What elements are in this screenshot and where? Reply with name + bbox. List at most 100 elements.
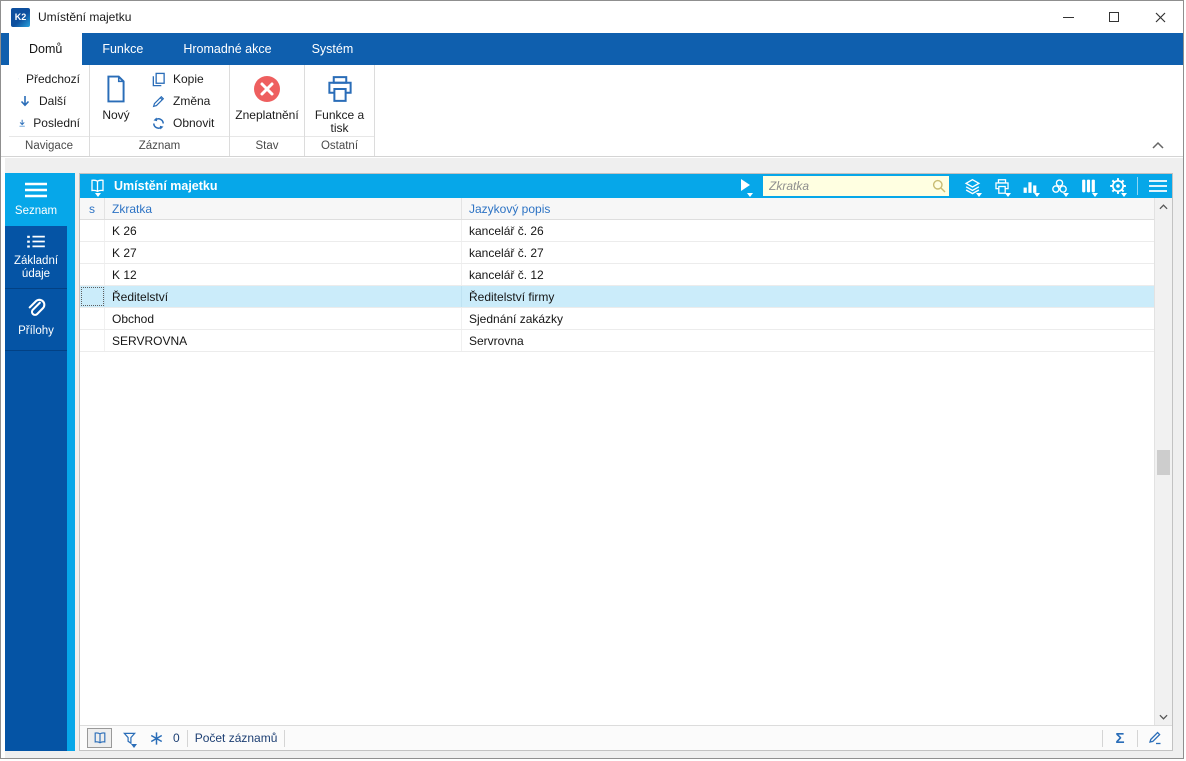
search-input[interactable] xyxy=(769,179,932,193)
new-record-button[interactable]: Nový xyxy=(90,68,142,136)
previous-record-button[interactable]: Předchozí xyxy=(9,68,89,90)
chevron-down-icon xyxy=(1034,192,1040,197)
scroll-down-button[interactable] xyxy=(1155,708,1172,725)
layers-button[interactable] xyxy=(961,176,984,197)
tab-system[interactable]: Systém xyxy=(292,33,374,65)
menu-button[interactable] xyxy=(1146,176,1169,197)
chevron-down-icon xyxy=(1005,192,1011,197)
sidebar-item-prilohy[interactable]: Přílohy xyxy=(5,289,67,351)
active-conditions-button[interactable] xyxy=(146,728,166,748)
tab-domu[interactable]: Domů xyxy=(9,33,83,65)
new-document-icon xyxy=(103,69,129,109)
chevron-down-icon xyxy=(976,192,982,197)
tab-funkce[interactable]: Funkce xyxy=(82,33,163,65)
vertical-scrollbar[interactable] xyxy=(1154,198,1172,725)
open-book-icon xyxy=(94,732,105,744)
table-row[interactable]: K 12 kancelář č. 12 xyxy=(80,264,1154,286)
ribbon-group-ostatni: Funkce a tisk Ostatní xyxy=(305,65,375,156)
table-header: s Zkratka Jazykový popis xyxy=(80,198,1154,220)
book-view-toggle[interactable] xyxy=(87,728,112,748)
edit-button[interactable] xyxy=(1145,728,1165,748)
close-icon xyxy=(1155,12,1165,22)
table-row[interactable]: K 26 kancelář č. 26 xyxy=(80,220,1154,242)
sidebar-item-zakladni-udaje[interactable]: Základní údaje xyxy=(5,226,67,289)
ribbon-tab-bar: Domů Funkce Hromadné akce Systém xyxy=(1,33,1183,65)
column-header-s[interactable]: s xyxy=(80,198,105,219)
refresh-icon xyxy=(153,117,164,129)
cell-jazykovy-popis: kancelář č. 26 xyxy=(469,223,544,238)
record-count-label: Počet záznamů xyxy=(194,731,278,745)
toolbar-separator xyxy=(1137,177,1138,195)
book-view-button[interactable] xyxy=(86,176,108,197)
group-caption-stav: Stav xyxy=(230,136,304,156)
relations-button[interactable] xyxy=(1048,176,1071,197)
sidebar-item-seznam[interactable]: Seznam xyxy=(5,173,67,226)
filter-button[interactable] xyxy=(119,728,139,748)
chevron-up-icon xyxy=(1159,203,1168,209)
functions-and-print-button[interactable]: Funkce a tisk xyxy=(308,68,372,136)
maximize-button[interactable] xyxy=(1091,1,1137,33)
maximize-icon xyxy=(1109,12,1119,22)
table-row-selected[interactable]: Ředitelství Ředitelství firmy xyxy=(80,286,1154,308)
refresh-record-button[interactable]: Obnovit xyxy=(142,112,223,134)
table-row[interactable]: SERVROVNA Servrovna xyxy=(80,330,1154,352)
status-separator xyxy=(186,729,188,747)
invalidate-button[interactable]: Zneplatnění xyxy=(231,68,304,136)
window-title: Umístění majetku xyxy=(38,10,132,24)
cell-jazykovy-popis: Ředitelství firmy xyxy=(469,289,555,304)
last-record-button[interactable]: Poslední xyxy=(9,112,89,134)
panel-header: Umístění majetku xyxy=(80,174,1172,198)
paperclip-icon xyxy=(28,298,46,316)
scroll-up-button[interactable] xyxy=(1155,198,1172,215)
k2-app-logo-icon: K2 xyxy=(11,7,30,27)
cell-zkratka: Obchod xyxy=(105,308,462,329)
detail-list-icon xyxy=(27,235,45,248)
panel-title: Umístění majetku xyxy=(114,179,218,193)
chart-button[interactable] xyxy=(1019,176,1042,197)
group-caption-navigace: Navigace xyxy=(9,136,89,156)
invalidate-cancel-icon xyxy=(252,69,282,109)
columns-button[interactable] xyxy=(1077,176,1100,197)
minimize-icon xyxy=(1062,16,1074,18)
chevron-down-icon xyxy=(1159,714,1168,720)
ribbon-group-zaznam: Nový Kopie Změna Obnovit Záznam xyxy=(90,65,230,156)
menu-icon xyxy=(1148,180,1167,192)
cell-jazykovy-popis: kancelář č. 12 xyxy=(469,267,544,282)
cell-zkratka: Ředitelství xyxy=(105,286,462,307)
list-icon xyxy=(25,182,47,198)
print-button[interactable] xyxy=(990,176,1013,197)
tab-hromadne-akce[interactable]: Hromadné akce xyxy=(163,33,291,65)
asterisk-icon xyxy=(150,731,162,745)
quick-search-box xyxy=(763,176,949,196)
ribbon-group-stav: Zneplatnění Stav xyxy=(230,65,305,156)
column-header-jazykovy-popis[interactable]: Jazykový popis xyxy=(462,198,1154,219)
run-filter-button[interactable] xyxy=(734,176,757,197)
settings-button[interactable] xyxy=(1106,176,1129,197)
search-icon xyxy=(932,179,946,193)
column-header-zkratka[interactable]: Zkratka xyxy=(105,198,462,219)
sigma-icon: Σ xyxy=(1115,729,1125,747)
arrow-down-icon xyxy=(20,96,30,107)
change-record-button[interactable]: Změna xyxy=(142,90,223,112)
arrow-up-icon xyxy=(18,78,19,80)
status-separator xyxy=(1137,729,1138,747)
scrollbar-thumb[interactable] xyxy=(1157,450,1170,475)
next-record-button[interactable]: Další xyxy=(9,90,89,112)
cell-zkratka: K 27 xyxy=(105,242,462,263)
cell-jazykovy-popis: Servrovna xyxy=(469,333,524,348)
minimize-button[interactable] xyxy=(1045,1,1091,33)
ribbon: Předchozí Další Poslední Navigace Nový K… xyxy=(1,65,1183,157)
table-row[interactable]: Obchod Sjednání zakázky xyxy=(80,308,1154,330)
cell-jazykovy-popis: Sjednání zakázky xyxy=(469,311,564,326)
chevron-down-icon xyxy=(747,192,753,197)
cell-zkratka: SERVROVNA xyxy=(105,330,462,351)
sum-button[interactable]: Σ xyxy=(1110,728,1130,748)
chevron-down-icon xyxy=(131,744,137,748)
play-triangle-icon xyxy=(741,178,750,191)
title-bar: K2 Umístění majetku xyxy=(1,1,1183,33)
table-row[interactable]: K 27 kancelář č. 27 xyxy=(80,242,1154,264)
close-button[interactable] xyxy=(1137,1,1183,33)
window-controls xyxy=(1045,1,1183,33)
copy-record-button[interactable]: Kopie xyxy=(142,68,223,90)
collapse-ribbon-button[interactable] xyxy=(1149,138,1167,152)
